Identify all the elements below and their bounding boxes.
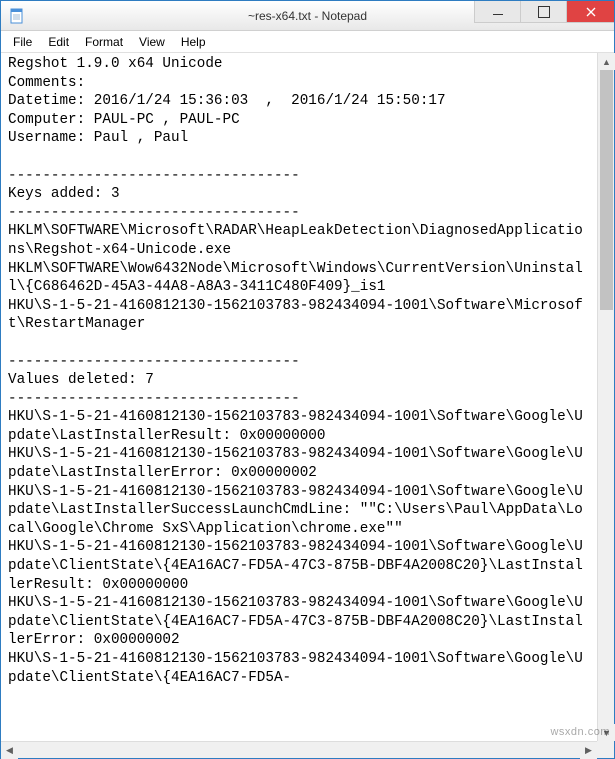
minimize-button[interactable] — [474, 1, 520, 23]
scroll-right-icon[interactable]: ▶ — [580, 742, 597, 759]
menu-view[interactable]: View — [131, 33, 173, 51]
scroll-up-icon[interactable]: ▲ — [598, 53, 615, 70]
maximize-button[interactable] — [520, 1, 566, 23]
scroll-thumb-vertical[interactable] — [600, 70, 613, 310]
menubar: File Edit Format View Help — [1, 31, 614, 53]
menu-edit[interactable]: Edit — [40, 33, 77, 51]
menu-help[interactable]: Help — [173, 33, 214, 51]
window-controls — [474, 1, 614, 23]
vertical-scrollbar[interactable]: ▲ ▼ — [597, 53, 614, 741]
text-content[interactable]: Regshot 1.9.0 x64 Unicode Comments: Date… — [4, 53, 594, 738]
titlebar[interactable]: ~res-x64.txt - Notepad — [1, 1, 614, 31]
menu-file[interactable]: File — [5, 33, 40, 51]
watermark: wsxdn.com — [550, 726, 610, 738]
close-button[interactable] — [566, 1, 614, 23]
horizontal-scrollbar[interactable]: ◀ ▶ — [1, 741, 597, 758]
menu-format[interactable]: Format — [77, 33, 131, 51]
scroll-corner — [597, 741, 614, 758]
scroll-left-icon[interactable]: ◀ — [1, 742, 18, 759]
notepad-icon — [9, 8, 25, 24]
